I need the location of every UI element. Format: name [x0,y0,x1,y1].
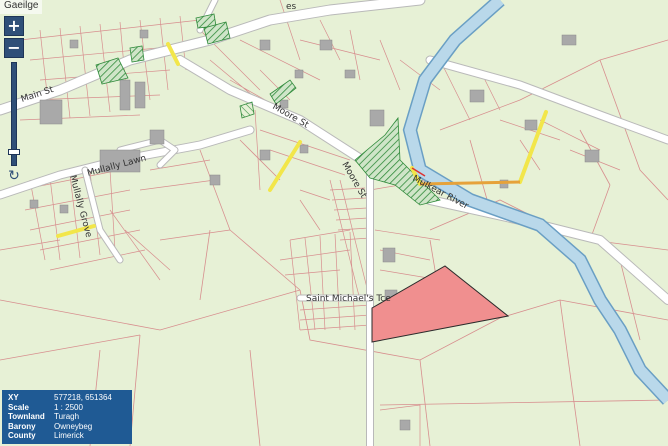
location-info-panel: XY 577218, 651364 Scale 1 : 2500 Townlan… [2,390,132,444]
zoom-slider[interactable] [8,62,20,166]
barony-value: Owneybeg [54,421,93,431]
zoom-control: + − ↻ [4,16,24,184]
barony-label: Barony [8,421,36,431]
county-label: County [8,431,36,441]
map-viewer[interactable]: Main St Moore St Moore St Mullally Lawn … [0,0,668,446]
map-canvas[interactable]: Main St Moore St Moore St Mullally Lawn … [0,0,668,446]
top-partial-label: es [286,2,297,12]
info-row-scale: Scale 1 : 2500 [6,403,128,413]
scale-value: 1 : 2500 [54,402,83,412]
language-link[interactable]: Gaeilge [0,0,43,14]
xy-label: XY [8,393,19,402]
townland-label: Townland [8,412,45,422]
xy-value: 577218, 651364 [54,393,112,402]
zoom-out-button[interactable]: − [4,38,24,58]
refresh-icon[interactable]: ↻ [6,168,22,184]
info-row-xy: XY 577218, 651364 [6,393,128,403]
zoom-in-button[interactable]: + [4,16,24,36]
county-value: Limerick [54,431,84,441]
info-row-county: County Limerick [6,431,128,441]
scale-label: Scale [8,402,29,412]
zoom-slider-handle[interactable] [8,149,20,155]
info-row-barony: Barony Owneybeg [6,422,128,432]
saint-michaels-label: Saint Michael's Tce [306,294,391,304]
info-row-townland: Townland Turagh [6,412,128,422]
townland-value: Turagh [54,412,80,422]
